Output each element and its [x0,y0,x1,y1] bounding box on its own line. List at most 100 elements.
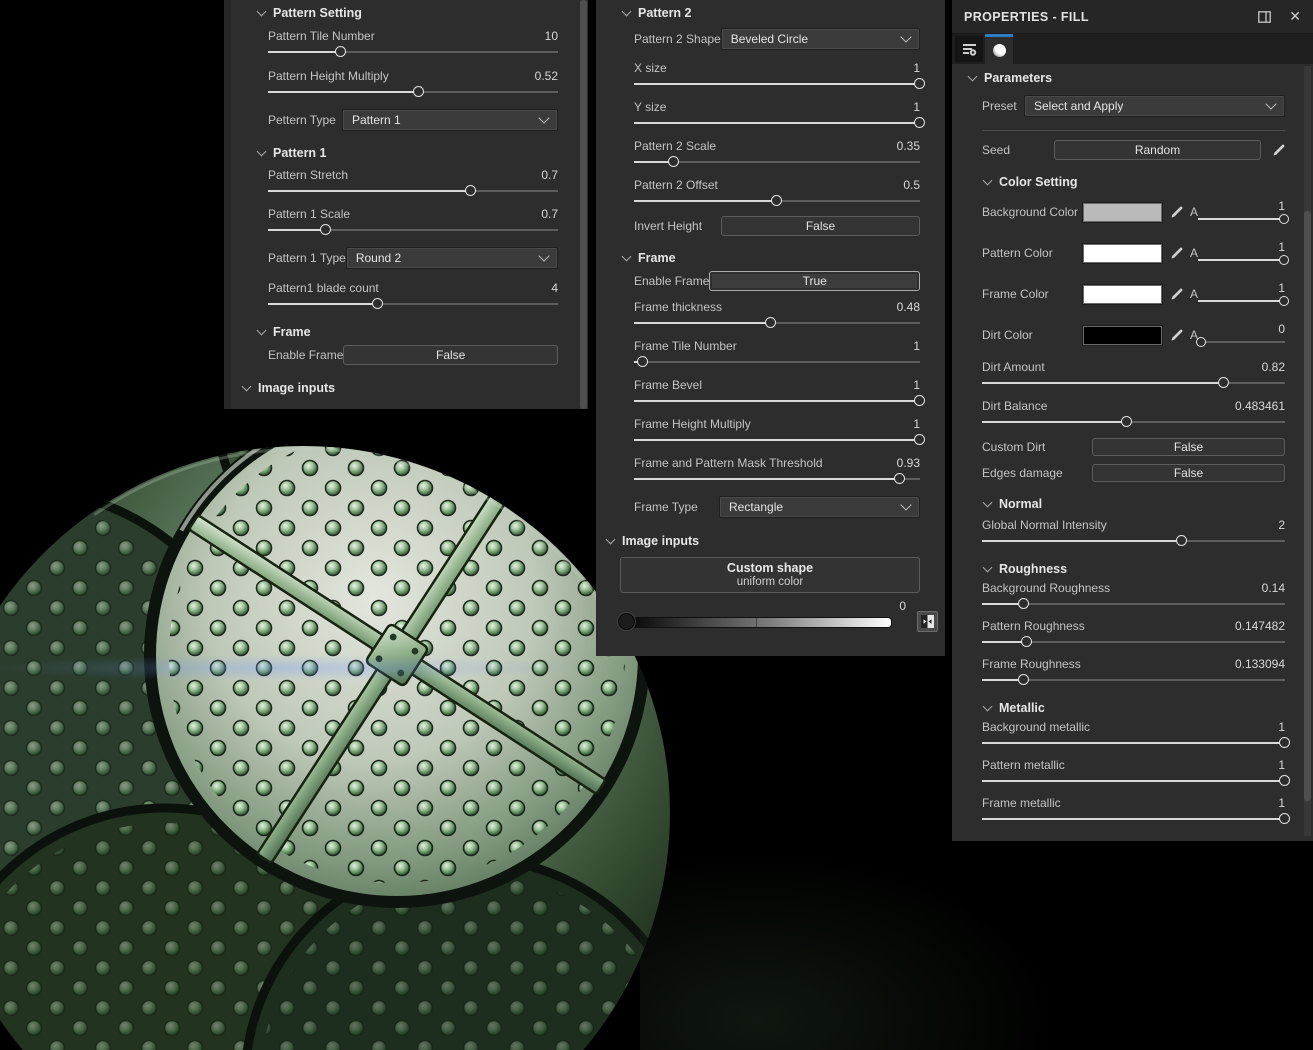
alpha-value: 1 [1278,240,1285,254]
tab-node-attributes[interactable] [955,36,983,62]
tab-material-parameters[interactable] [985,34,1013,64]
dock-layout-icon[interactable] [1258,10,1272,23]
pattern-color-swatch[interactable] [1083,243,1162,263]
y-size-slider[interactable] [634,116,925,129]
pattern-height-multiply-slider[interactable] [268,85,558,98]
slider-knob[interactable] [765,317,777,328]
gradient-slider-knob[interactable] [618,613,635,630]
slider-knob[interactable] [1018,598,1030,609]
pattern-color-alpha-slider[interactable] [1198,254,1289,265]
pattern1-blade-count-slider[interactable] [268,297,558,310]
scrollbar-thumb[interactable] [1304,211,1311,801]
frame-roughness-slider[interactable] [982,673,1285,686]
dirt-balance-slider[interactable] [982,415,1285,428]
x-size-slider[interactable] [634,77,925,90]
edit-seed-button[interactable] [1273,144,1285,156]
invert-height-toggle[interactable]: False [721,216,920,236]
background-color-swatch[interactable] [1083,202,1162,222]
slider-knob[interactable] [1121,416,1133,427]
pattern-2-offset-slider[interactable] [634,194,920,207]
eyedropper-icon[interactable] [1171,288,1183,300]
frame-mask-threshold-slider[interactable] [634,472,920,485]
scrollbar-thumb[interactable] [580,0,587,409]
section-image-inputs[interactable]: Image inputs [241,380,558,396]
frame-metallic-slider[interactable] [982,812,1290,825]
enable-frame-toggle[interactable]: True [709,271,920,291]
slider-knob[interactable] [1018,674,1030,685]
pattern-1-type-dropdown[interactable]: Round 2 [345,247,558,269]
pattern-2-scale-slider[interactable] [634,155,920,168]
grayscale-gradient-slider[interactable] [620,617,892,628]
eyedropper-icon[interactable] [1171,329,1183,341]
frame-type-dropdown[interactable]: Rectangle [719,496,920,518]
invert-levels-button[interactable] [917,611,938,632]
slider-knob[interactable] [334,46,346,57]
slider-knob[interactable] [914,395,925,406]
frame-bevel-slider[interactable] [634,394,925,407]
eyedropper-icon[interactable] [1171,247,1183,259]
slider-knob[interactable] [636,356,648,367]
background-color-alpha-slider[interactable] [1198,213,1289,224]
section-frame[interactable]: Frame [256,324,558,340]
slider-knob[interactable] [914,117,925,128]
slider-knob[interactable] [1279,214,1289,224]
slider-knob[interactable] [1279,296,1289,306]
slider-knob[interactable] [1021,636,1033,647]
slider-knob[interactable] [914,434,925,445]
section-metallic[interactable]: Metallic [982,700,1285,716]
slider-knob[interactable] [1196,337,1207,347]
background-metallic-slider[interactable] [982,736,1290,749]
slider-knob[interactable] [1218,377,1230,388]
global-normal-intensity-slider[interactable] [982,534,1285,547]
slider-knob[interactable] [1175,535,1187,546]
pattern-tile-number-slider[interactable] [268,45,558,58]
eyedropper-icon[interactable] [1171,206,1183,218]
edges-damage-toggle[interactable]: False [1092,464,1285,482]
pattern-2-shape-dropdown[interactable]: Beveled Circle [720,28,920,50]
pattern-stretch-slider[interactable] [268,184,558,197]
background-roughness-slider[interactable] [982,597,1285,610]
slider-knob[interactable] [465,185,476,196]
section-normal[interactable]: Normal [982,496,1285,512]
custom-shape-input-button[interactable]: Custom shape uniform color [620,557,920,593]
pattern-1-scale-slider[interactable] [268,223,558,236]
slider-knob[interactable] [668,156,680,167]
section-roughness[interactable]: Roughness [982,561,1285,577]
scrollbar[interactable] [580,0,587,409]
frame-thickness-slider[interactable] [634,316,920,329]
slider-knob[interactable] [1279,775,1290,786]
dirt-color-alpha-slider[interactable] [1196,336,1285,347]
pattern-roughness-slider[interactable] [982,635,1285,648]
slider-knob[interactable] [412,86,424,97]
slider-knob[interactable] [771,195,782,206]
slider-knob[interactable] [1279,255,1289,265]
seed-random-button[interactable]: Random [1054,140,1261,160]
section-pattern-2[interactable]: Pattern 2 [621,5,920,21]
pattern-metallic-slider[interactable] [982,774,1290,787]
section-frame[interactable]: Frame [621,250,920,266]
slider-knob[interactable] [320,224,331,235]
section-pattern-1[interactable]: Pattern 1 [256,145,558,161]
scrollbar[interactable] [1304,66,1311,836]
section-image-inputs[interactable]: Image inputs [605,533,920,549]
slider-knob[interactable] [914,78,925,89]
param-value: 0.7 [541,167,558,182]
section-color-setting[interactable]: Color Setting [982,174,1285,190]
frame-color-alpha-slider[interactable] [1198,295,1289,306]
frame-color-swatch[interactable] [1083,284,1162,304]
close-icon[interactable]: ✕ [1289,8,1301,25]
slider-knob[interactable] [893,473,905,484]
slider-knob[interactable] [1279,737,1290,748]
pettern-type-dropdown[interactable]: Pattern 1 [342,109,558,131]
section-parameters[interactable]: Parameters [967,70,1285,86]
slider-knob[interactable] [1279,813,1290,824]
slider-knob[interactable] [372,298,384,309]
section-pattern-setting[interactable]: Pattern Setting [256,5,558,21]
frame-height-multiply-slider[interactable] [634,433,925,446]
preset-dropdown[interactable]: Select and Apply [1024,95,1285,117]
dirt-amount-slider[interactable] [982,376,1285,389]
dirt-color-swatch[interactable] [1083,325,1162,345]
frame-tile-number-slider[interactable] [634,355,920,368]
custom-dirt-toggle[interactable]: False [1092,438,1285,456]
enable-frame-toggle[interactable]: False [343,345,558,365]
